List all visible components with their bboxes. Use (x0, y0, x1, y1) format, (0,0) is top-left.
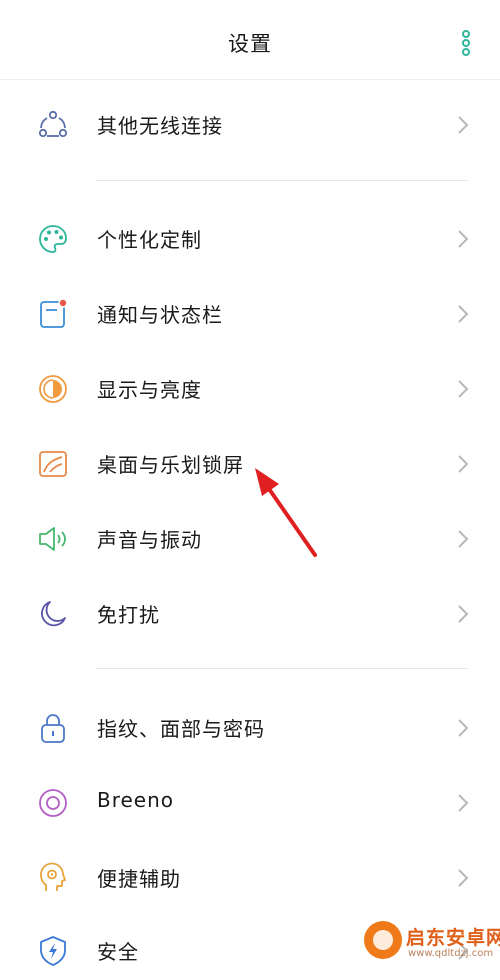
annotation-arrow-icon (245, 460, 325, 560)
lock-icon (36, 711, 70, 745)
palette-icon (36, 222, 70, 256)
more-vertical-icon[interactable] (458, 30, 474, 56)
speaker-icon (36, 522, 70, 556)
chevron-right-icon (456, 528, 470, 550)
chevron-right-icon (456, 228, 470, 250)
chevron-right-icon (456, 453, 470, 475)
notification-icon (36, 297, 70, 331)
chevron-right-icon (456, 867, 470, 889)
settings-item-personalization[interactable]: 个性化定制 (0, 208, 500, 268)
chevron-right-icon (456, 717, 470, 739)
wallpaper-icon (36, 447, 70, 481)
settings-item-label: 个性化定制 (97, 228, 202, 252)
settings-item-label: 免打扰 (97, 603, 160, 627)
watermark-logo-icon (364, 921, 402, 959)
settings-item-fingerprint-face-password[interactable]: 指纹、面部与密码 (0, 697, 500, 757)
chevron-right-icon (456, 378, 470, 400)
chevron-right-icon (456, 603, 470, 625)
settings-item-label: 其他无线连接 (97, 114, 223, 138)
group-divider (95, 180, 467, 181)
settings-item-label: 桌面与乐划锁屏 (97, 453, 244, 477)
settings-item-notification[interactable]: 通知与状态栏 (0, 283, 500, 343)
chevron-right-icon (456, 303, 470, 325)
settings-item-do-not-disturb[interactable]: 免打扰 (0, 583, 500, 643)
settings-item-other-wireless[interactable]: 其他无线连接 (0, 94, 500, 154)
settings-item-label: 指纹、面部与密码 (97, 717, 265, 741)
chevron-right-icon (456, 114, 470, 136)
page-title: 设置 (228, 32, 272, 56)
group-divider (95, 668, 467, 669)
settings-item-label: Breeno (97, 788, 175, 812)
breeno-icon (36, 786, 70, 820)
settings-item-convenience-assist[interactable]: 便捷辅助 (0, 847, 500, 907)
header-bar: 设置 (0, 0, 500, 80)
shield-icon (36, 934, 70, 968)
settings-item-label: 显示与亮度 (97, 378, 202, 402)
settings-item-breeno[interactable]: Breeno (0, 772, 500, 832)
assist-icon (36, 861, 70, 895)
wireless-connection-icon (36, 108, 70, 142)
watermark-name: 启东安卓网 (406, 927, 500, 949)
settings-item-label: 便捷辅助 (97, 867, 181, 891)
settings-item-display[interactable]: 显示与亮度 (0, 358, 500, 418)
brightness-icon (36, 372, 70, 406)
moon-icon (36, 597, 70, 631)
watermark: 启东安卓网 www.qdltdzj.com (362, 917, 500, 967)
settings-item-label: 安全 (97, 940, 139, 964)
chevron-right-icon (456, 792, 470, 814)
settings-item-label: 通知与状态栏 (97, 303, 223, 327)
settings-item-label: 声音与振动 (97, 528, 202, 552)
watermark-url: www.qdltdzj.com (408, 948, 494, 959)
